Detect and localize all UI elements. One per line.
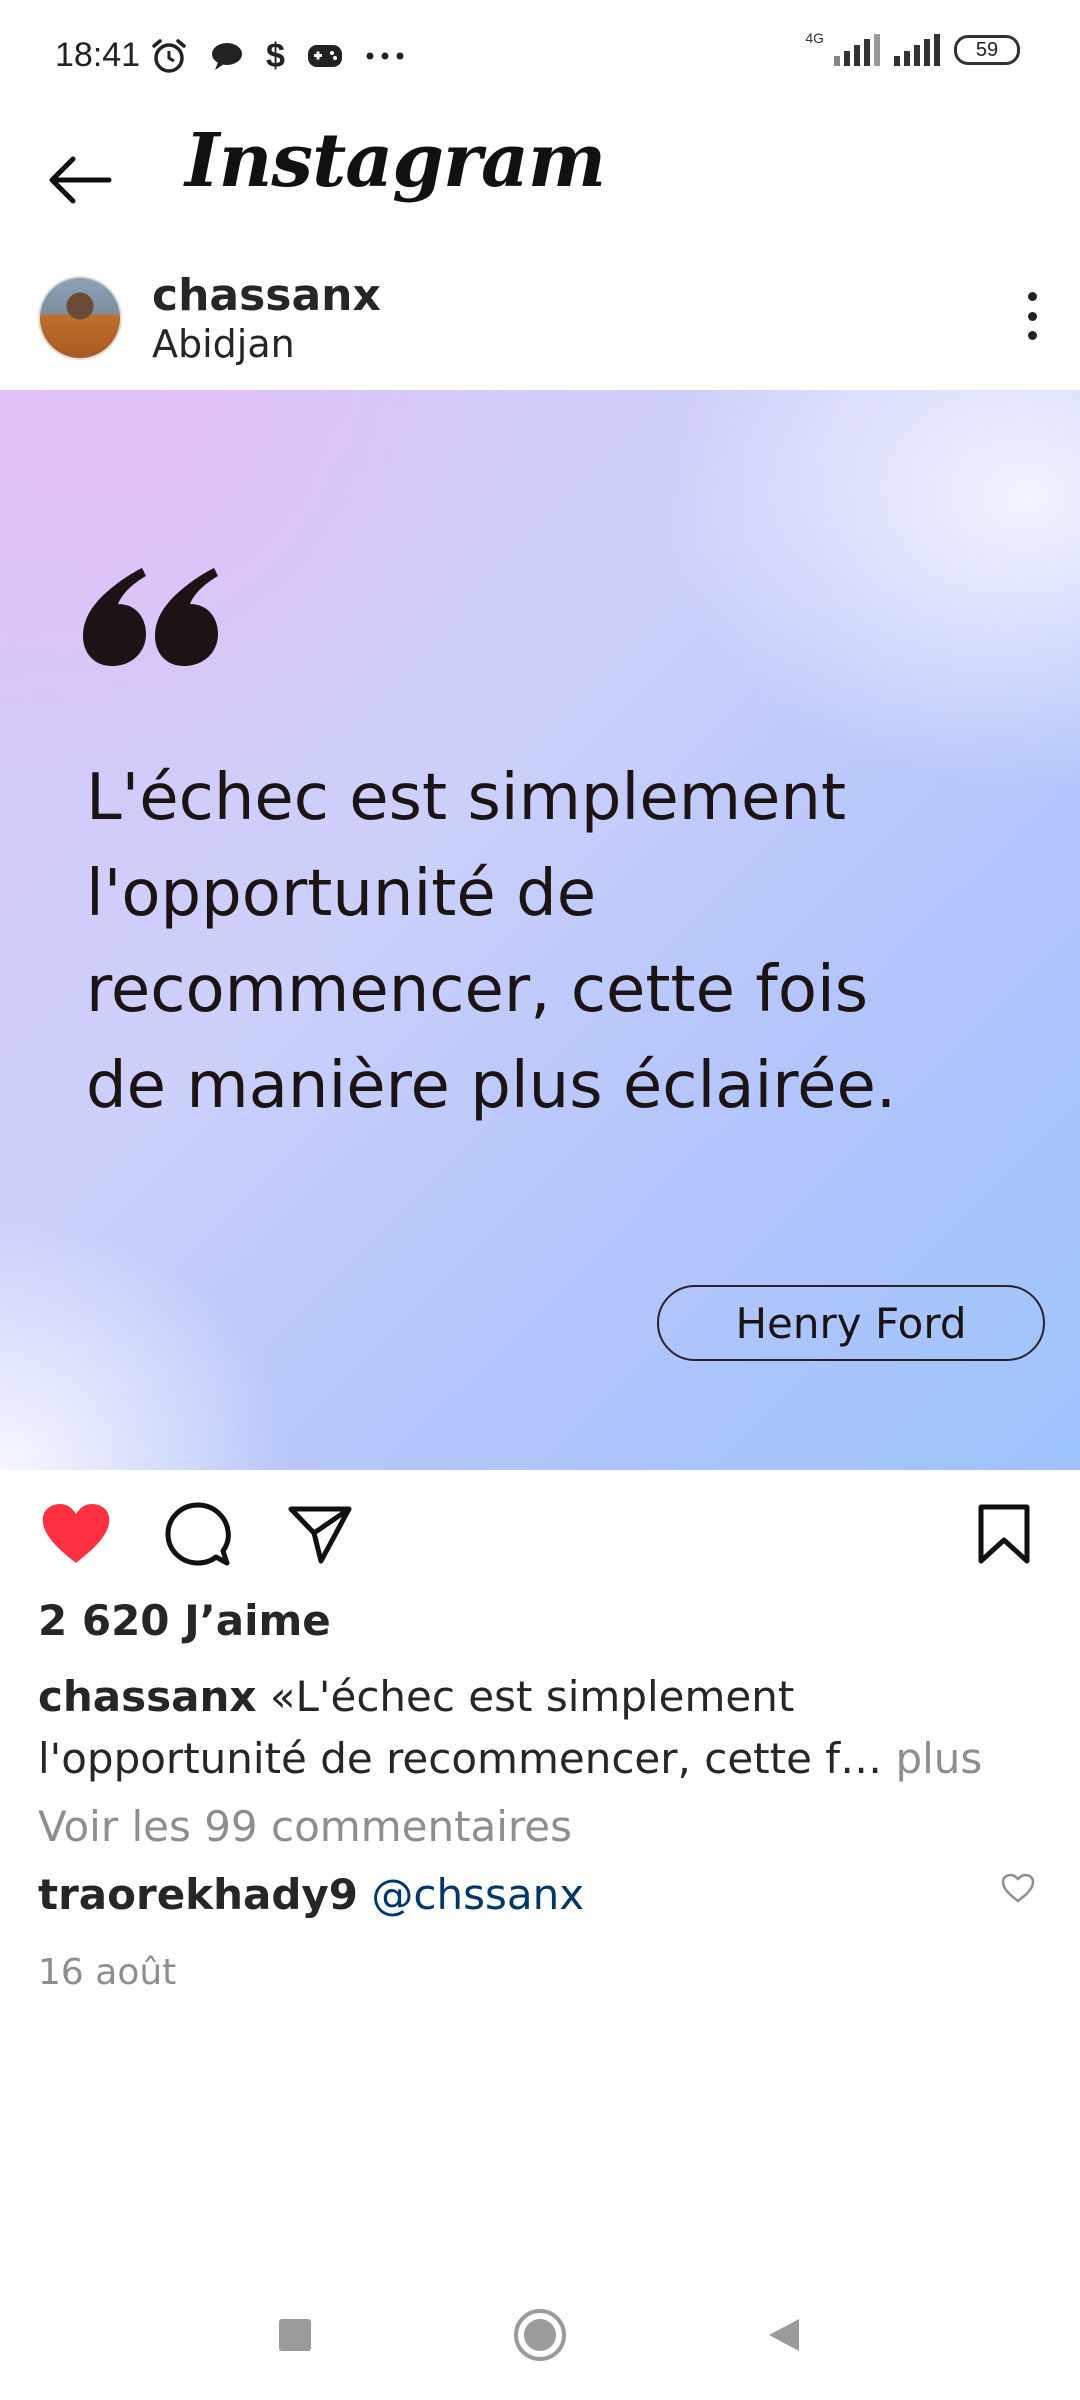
battery-icon: 59: [954, 35, 1020, 65]
post-image[interactable]: L'échec est simplement l'opportunité de …: [0, 390, 1080, 1470]
heart-filled-icon: [42, 1504, 110, 1563]
quote-line: recommencer, cette fois: [86, 953, 869, 1027]
app-logo-title: Instagram: [185, 118, 606, 204]
likes-count[interactable]: 2 620 J’aime: [38, 1596, 331, 1645]
post-date: 16 août: [38, 1952, 177, 1993]
bookmark-icon: [978, 1504, 1030, 1564]
post-caption[interactable]: chassanx «L'échec est simplement l'oppor…: [38, 1666, 1048, 1790]
share-button[interactable]: [284, 1498, 356, 1570]
quote-line: L'échec est simplement: [86, 761, 847, 835]
quote-line: l'opportunité de: [86, 857, 597, 931]
like-button[interactable]: [40, 1498, 112, 1570]
status-notification-icons: $: [150, 36, 405, 76]
caption-username[interactable]: chassanx: [38, 1672, 256, 1721]
post-options-button[interactable]: [1012, 286, 1052, 346]
quote-mark-icon: [83, 568, 218, 666]
comment-like-button[interactable]: [998, 1868, 1038, 1908]
status-system-icons: 4G 59: [805, 30, 1020, 66]
caption-more-link[interactable]: plus: [882, 1734, 982, 1783]
network-type-label: 4G: [805, 30, 824, 46]
square-icon: [279, 2319, 311, 2351]
comment-button[interactable]: [162, 1498, 234, 1570]
signal-icon-sim2: [894, 34, 940, 66]
status-bar: 18:41 $ 4G 59: [0, 0, 1080, 110]
battery-level: 59: [975, 38, 999, 61]
comment-preview: traorekhady9 @chssanx: [38, 1870, 584, 1919]
post-actions: [0, 1470, 1080, 1590]
home-button[interactable]: [505, 2300, 575, 2370]
view-comments-link[interactable]: Voir les 99 commentaires: [38, 1802, 572, 1851]
triangle-back-icon: [769, 2319, 799, 2351]
circle-home-icon: [514, 2309, 566, 2361]
back-button[interactable]: [40, 140, 120, 220]
alarm-icon: [150, 36, 188, 76]
system-nav-bar: [0, 2270, 1080, 2400]
more-dots-icon: [365, 36, 405, 76]
comment-mention[interactable]: @chssanx: [371, 1870, 584, 1919]
comment-username[interactable]: traorekhady9: [38, 1870, 358, 1919]
quote-author: Henry Ford: [657, 1285, 1045, 1361]
post-header: chassanx Abidjan: [0, 260, 1080, 390]
avatar[interactable]: [38, 276, 122, 360]
quote-text: L'échec est simplement l'opportunité de …: [86, 750, 1016, 1134]
app-bar: Instagram: [0, 110, 1080, 260]
chat-bubble-icon: [210, 36, 244, 76]
save-button[interactable]: [968, 1498, 1040, 1570]
more-vertical-icon: [1027, 292, 1037, 301]
heart-outline-icon: [1001, 1873, 1035, 1903]
gamepad-icon: [307, 36, 343, 76]
send-paper-plane-icon: [288, 1506, 352, 1564]
back-nav-button[interactable]: [750, 2300, 820, 2370]
status-time: 18:41: [55, 36, 141, 74]
quote-line: de manière plus éclairée.: [86, 1049, 897, 1123]
dollar-icon: $: [266, 36, 285, 75]
signal-icon: [834, 34, 880, 66]
back-arrow-icon: [49, 156, 112, 204]
comment-bubble-icon: [165, 1502, 231, 1566]
post-username[interactable]: chassanx: [152, 270, 381, 321]
post-location[interactable]: Abidjan: [152, 322, 295, 366]
recents-button[interactable]: [260, 2300, 330, 2370]
